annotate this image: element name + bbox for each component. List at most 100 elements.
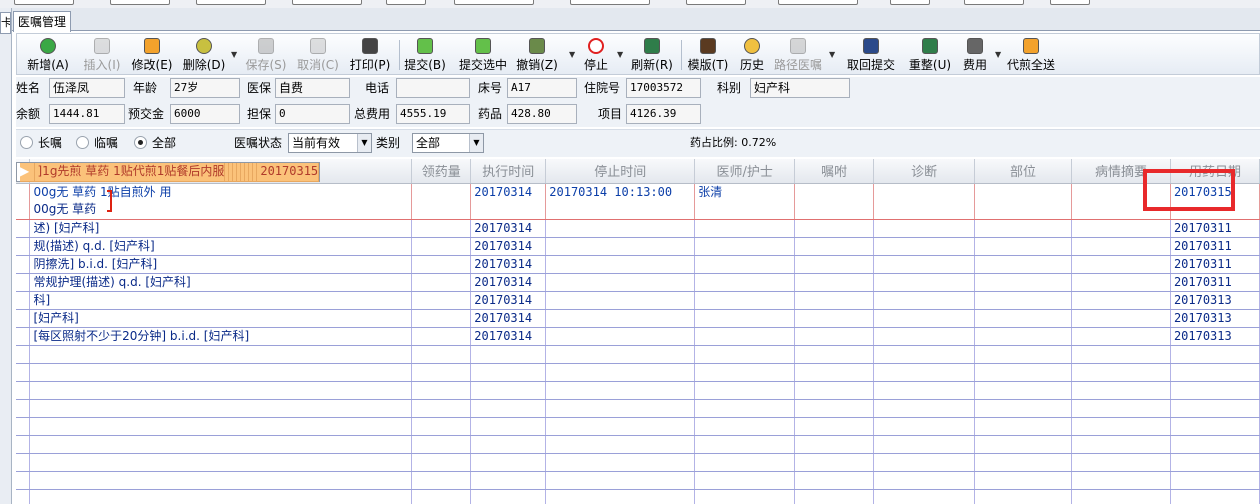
row-indicator[interactable] (16, 273, 31, 292)
row-indicator[interactable] (16, 255, 31, 274)
row-indicator[interactable] (16, 291, 31, 310)
row-indicator[interactable] (16, 219, 31, 238)
path-dropdown-icon[interactable]: ▼ (829, 50, 835, 59)
retract-button[interactable]: 取回提交 (845, 37, 897, 73)
tab-order-management[interactable]: 医嘱管理 (13, 11, 72, 32)
cell-content[interactable]: ]1g先煎 草药 1贴代煎1贴餐后内服 (34, 163, 226, 182)
stop-dropdown-icon[interactable]: ▼ (617, 50, 623, 59)
cell-stop[interactable] (545, 309, 696, 328)
submit-button[interactable]: 提交(B) (403, 37, 447, 73)
row-indicator[interactable] (16, 237, 31, 256)
cell-note[interactable] (794, 183, 875, 201)
cell-site[interactable] (974, 183, 1072, 201)
fee-button[interactable]: 费用 (959, 37, 991, 73)
cell-content[interactable]: 规(描述) q.d. [妇产科] (29, 237, 413, 256)
path-order-button[interactable]: 路径医嘱 (773, 37, 823, 73)
cell-stop[interactable] (545, 201, 696, 220)
edit-button[interactable]: 修改(E) (129, 37, 175, 73)
table-row[interactable]: [每区照射不少于20分钟] b.i.d. [妇产科] 20170314 201703… (16, 327, 1260, 346)
cell-date[interactable]: 20170311 (1170, 237, 1260, 256)
cell-exec[interactable]: 20170314 (470, 273, 547, 292)
menu-stub[interactable] (110, 0, 170, 5)
cell-summary[interactable] (1071, 327, 1171, 346)
cell-exec[interactable] (470, 201, 547, 220)
cell-qty[interactable] (411, 327, 472, 346)
cell-diag[interactable] (873, 327, 976, 346)
cell-diag[interactable] (873, 255, 976, 274)
cell-date[interactable]: 20170311 (1170, 219, 1260, 238)
cell-content[interactable]: 00g无 草药 (29, 201, 413, 220)
cell-note[interactable] (794, 309, 875, 328)
menu-stub[interactable] (890, 0, 930, 5)
cell-diag[interactable] (873, 219, 976, 238)
cell-date[interactable]: 20170313 (1170, 327, 1260, 346)
cell-site[interactable] (974, 255, 1072, 274)
table-row[interactable]: 规(描述) q.d. [妇产科] 20170314 20170311 (16, 237, 1260, 256)
column-header-qty[interactable]: 领药量 (411, 159, 472, 184)
table-row[interactable]: 00g无 草药 (16, 201, 1260, 220)
cell-diag[interactable] (873, 309, 976, 328)
cell-doctor[interactable] (694, 219, 796, 238)
column-header-stop-time[interactable]: 停止时间 (545, 159, 696, 184)
cell-doctor[interactable] (694, 201, 796, 220)
status-select[interactable]: 当前有效 ▼ (288, 133, 372, 153)
cell-doctor[interactable] (694, 327, 796, 346)
all-radio[interactable] (134, 136, 147, 149)
cell-site[interactable] (974, 309, 1072, 328)
cell-note[interactable] (794, 219, 875, 238)
cell-summary[interactable] (1071, 273, 1171, 292)
cell-doctor[interactable]: 张清 (694, 183, 796, 201)
delete-button[interactable]: 删除(D) (181, 37, 227, 73)
cell-diag[interactable] (873, 183, 976, 201)
cell-qty[interactable] (411, 309, 472, 328)
delete-dropdown-icon[interactable]: ▼ (231, 50, 237, 59)
menu-stub[interactable] (570, 0, 650, 5)
history-button[interactable]: 历史 (737, 37, 767, 73)
cell-site[interactable] (974, 327, 1072, 346)
regroup-button[interactable]: 重整(U) (907, 37, 953, 73)
row-indicator[interactable] (16, 327, 31, 346)
temporary-radio[interactable] (76, 136, 89, 149)
cell-qty[interactable] (411, 219, 472, 238)
revoke-dropdown-icon[interactable]: ▼ (569, 50, 575, 59)
cell-qty[interactable] (411, 255, 472, 274)
insert-button[interactable]: 插入(I) (79, 37, 125, 73)
menu-stub[interactable] (454, 0, 534, 5)
column-header-exec-time[interactable]: 执行时间 (470, 159, 547, 184)
cancel-button[interactable]: 取消(C) (295, 37, 341, 73)
menu-stub[interactable] (386, 0, 426, 5)
row-indicator[interactable] (16, 309, 31, 328)
table-row[interactable]: 科] 20170314 20170313 (16, 291, 1260, 310)
cell-diag[interactable] (873, 201, 976, 220)
cell-summary[interactable] (1071, 255, 1171, 274)
stop-button[interactable]: 停止 (579, 37, 613, 73)
cell-exec[interactable]: 20170314 (470, 327, 547, 346)
cell-diag[interactable] (873, 273, 976, 292)
menu-stub[interactable] (292, 0, 362, 5)
column-header-doctor[interactable]: 医师/护士 (694, 159, 796, 184)
category-select[interactable]: 全部 ▼ (412, 133, 484, 153)
row-indicator[interactable] (16, 183, 31, 201)
print-button[interactable]: 打印(P) (347, 37, 393, 73)
cell-doctor[interactable] (694, 237, 796, 256)
cell-stop[interactable] (545, 327, 696, 346)
table-row[interactable]: 阴擦洗] b.i.d. [妇产科] 20170314 20170311 (16, 255, 1260, 274)
cell-summary[interactable] (1071, 309, 1171, 328)
cell-stop[interactable] (545, 291, 696, 310)
cell-summary[interactable] (1071, 237, 1171, 256)
cell-qty[interactable] (411, 291, 472, 310)
cell-doctor[interactable] (694, 273, 796, 292)
cell-note[interactable] (794, 273, 875, 292)
cell-doctor[interactable] (694, 255, 796, 274)
cell-exec[interactable]: 20170314 (470, 309, 547, 328)
cell-stop[interactable] (545, 255, 696, 274)
cell-exec[interactable]: 20170314 (470, 291, 547, 310)
menu-stub[interactable] (14, 0, 74, 5)
cell-summary[interactable] (1071, 219, 1171, 238)
cell-diag[interactable] (873, 291, 976, 310)
cell-qty[interactable] (411, 183, 472, 201)
template-button[interactable]: 模版(T) (685, 37, 731, 73)
row-indicator[interactable]: ▶ (20, 163, 35, 182)
left-tab-stub[interactable]: 卡 (0, 12, 11, 34)
menu-stub[interactable] (686, 0, 746, 5)
